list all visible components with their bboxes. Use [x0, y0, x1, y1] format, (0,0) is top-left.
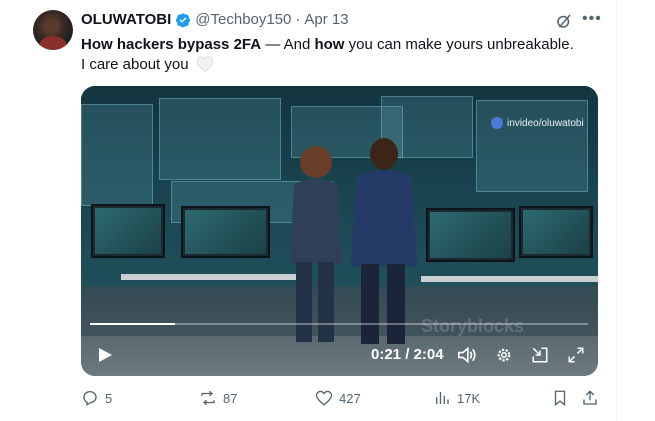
- text-bold-2: how: [314, 36, 345, 53]
- invideo-watermark: invideo/oluwatobi: [491, 117, 584, 129]
- text-bold-1: How hackers bypass 2FA: [81, 36, 262, 53]
- reply-count: 5: [105, 390, 113, 406]
- avatar[interactable]: [33, 10, 73, 50]
- author-handle[interactable]: @Techboy150: [195, 11, 291, 28]
- time-display: 0:21 / 2:04: [371, 346, 444, 363]
- verified-badge-icon: [176, 12, 191, 27]
- desk: [421, 276, 598, 282]
- like-button[interactable]: 427: [315, 389, 361, 407]
- like-heart-icon: [315, 390, 333, 406]
- screen-panel: [81, 104, 153, 206]
- video-player[interactable]: invideo/oluwatobi Storyblocks 0:21 / 2:0…: [81, 86, 598, 376]
- watermark-text: invideo/oluwatobi: [507, 117, 584, 129]
- progress-bar[interactable]: [90, 323, 588, 325]
- volume-icon[interactable]: [457, 346, 477, 364]
- screen-panel: [476, 100, 588, 192]
- share-button[interactable]: [581, 389, 605, 407]
- settings-gear-icon[interactable]: [495, 346, 513, 364]
- bookmark-icon: [554, 390, 566, 407]
- tweet-header: OLUWATOBI @Techboy150 · Apr 13: [81, 11, 349, 28]
- monitor: [181, 206, 270, 258]
- desk: [121, 274, 296, 280]
- view-count: 17K: [457, 390, 481, 406]
- repost-icon: [201, 390, 215, 406]
- monitor: [91, 204, 165, 258]
- dock-video-icon[interactable]: [531, 346, 549, 364]
- text-mid: — And: [261, 36, 315, 53]
- play-icon[interactable]: [97, 347, 113, 363]
- text-rest: you can make yours unbreakable.: [344, 36, 574, 53]
- reply-button[interactable]: 5: [81, 389, 112, 407]
- grok-icon[interactable]: [555, 12, 573, 30]
- repost-count: 87: [223, 390, 238, 406]
- person-man: [351, 138, 417, 344]
- storyblocks-watermark: Storyblocks: [421, 316, 525, 336]
- repost-button[interactable]: 87: [199, 389, 237, 407]
- bookmark-button[interactable]: [551, 389, 575, 407]
- views-button[interactable]: 17K: [433, 389, 480, 407]
- views-chart-icon: [436, 392, 449, 404]
- share-icon: [583, 390, 597, 405]
- separator-dot: ·: [295, 11, 301, 28]
- fullscreen-icon[interactable]: [567, 346, 585, 364]
- text-line-2: I care about you: [81, 56, 189, 73]
- reply-icon: [83, 390, 97, 407]
- monitor: [519, 206, 593, 258]
- progress-fill: [90, 323, 175, 325]
- timeline-divider: [616, 0, 617, 421]
- screen-panel: [159, 98, 281, 180]
- like-count: 427: [339, 390, 361, 406]
- tweet-text: How hackers bypass 2FA — And how you can…: [81, 35, 611, 75]
- monitor: [426, 208, 515, 262]
- author-name[interactable]: OLUWATOBI: [81, 11, 171, 28]
- tweet-date[interactable]: Apr 13: [304, 11, 348, 28]
- tweet-actions: 5 87 427 17K: [81, 389, 601, 409]
- more-options-icon[interactable]: •••: [582, 10, 602, 28]
- white-heart-icon: [196, 56, 214, 72]
